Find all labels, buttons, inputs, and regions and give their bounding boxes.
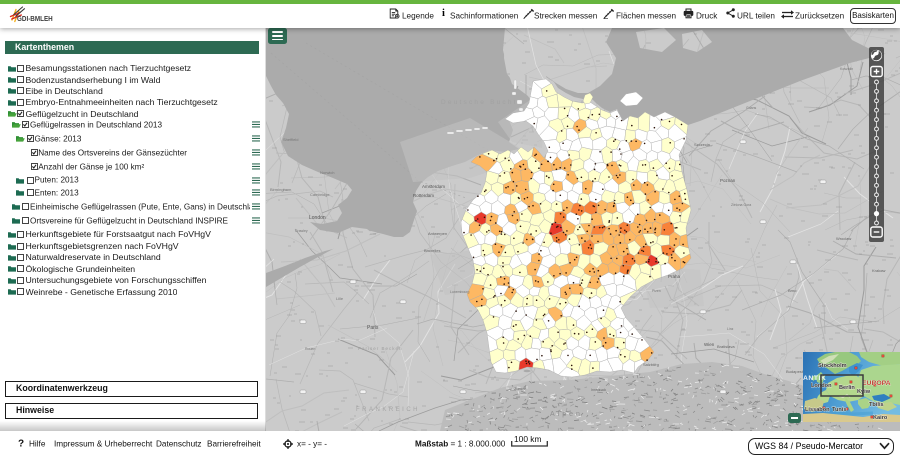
svg-text:Cambridge: Cambridge: [310, 192, 330, 197]
svg-text:Praha: Praha: [668, 274, 681, 279]
svg-text:Kyiw: Kyiw: [857, 389, 871, 395]
svg-text:Zurich: Zurich: [514, 386, 525, 391]
svg-text:Tunis: Tunis: [832, 407, 847, 413]
svg-text:Lissabon: Lissabon: [805, 407, 830, 413]
svg-text:Salzburg: Salzburg: [643, 362, 659, 367]
svg-text:Poznan: Poznan: [720, 178, 736, 183]
svg-text:ANTIK: ANTIK: [803, 375, 826, 382]
svg-text:Birmingham: Birmingham: [270, 187, 292, 192]
svg-text:EUROPA: EUROPA: [862, 380, 891, 387]
svg-text:Rouen: Rouen: [305, 347, 315, 351]
svg-text:Plzen: Plzen: [652, 289, 661, 293]
svg-text:Antwerpen: Antwerpen: [428, 231, 447, 236]
svg-text:Bruxelles: Bruxelles: [424, 248, 440, 253]
svg-text:Gdans: Gdans: [746, 106, 757, 110]
svg-text:Linz: Linz: [727, 327, 734, 331]
svg-text:Tbilis: Tbilis: [869, 402, 884, 408]
svg-text:Budapest: Budapest: [786, 369, 804, 374]
svg-text:Crawley: Crawley: [295, 229, 308, 233]
svg-text:London: London: [309, 215, 326, 221]
svg-text:Paris: Paris: [367, 325, 379, 331]
svg-text:Brno: Brno: [788, 288, 797, 293]
svg-text:Amsterdam: Amsterdam: [422, 184, 445, 189]
svg-text:Berlin: Berlin: [839, 385, 855, 391]
svg-text:Zielona Gora: Zielona Gora: [731, 203, 751, 207]
svg-text:Wroclaw: Wroclaw: [836, 236, 851, 241]
svg-text:Kairo: Kairo: [873, 415, 888, 421]
svg-text:Rotterdam: Rotterdam: [413, 193, 434, 198]
svg-text:Koszalin: Koszalin: [840, 67, 853, 71]
svg-text:Luxembourg: Luxembourg: [450, 290, 470, 294]
svg-text:Innsbruck: Innsbruck: [591, 388, 606, 392]
svg-text:Alpen: Alpen: [550, 411, 583, 418]
svg-text:Sheffield: Sheffield: [283, 137, 299, 142]
svg-text:FRANKREICH: FRANKREICH: [356, 407, 420, 413]
svg-text:Wien: Wien: [704, 342, 715, 347]
svg-text:Pariser Becken: Pariser Becken: [358, 346, 403, 351]
svg-text:Norwich: Norwich: [320, 170, 334, 175]
svg-text:Bratislava: Bratislava: [717, 344, 735, 349]
svg-text:Krakow: Krakow: [872, 268, 885, 273]
svg-text:Szczecin: Szczecin: [694, 142, 710, 147]
svg-text:Lille: Lille: [336, 296, 344, 301]
svg-text:Deutsche Bucht: Deutsche Bucht: [441, 99, 518, 106]
svg-text:Stockholm: Stockholm: [818, 363, 847, 369]
